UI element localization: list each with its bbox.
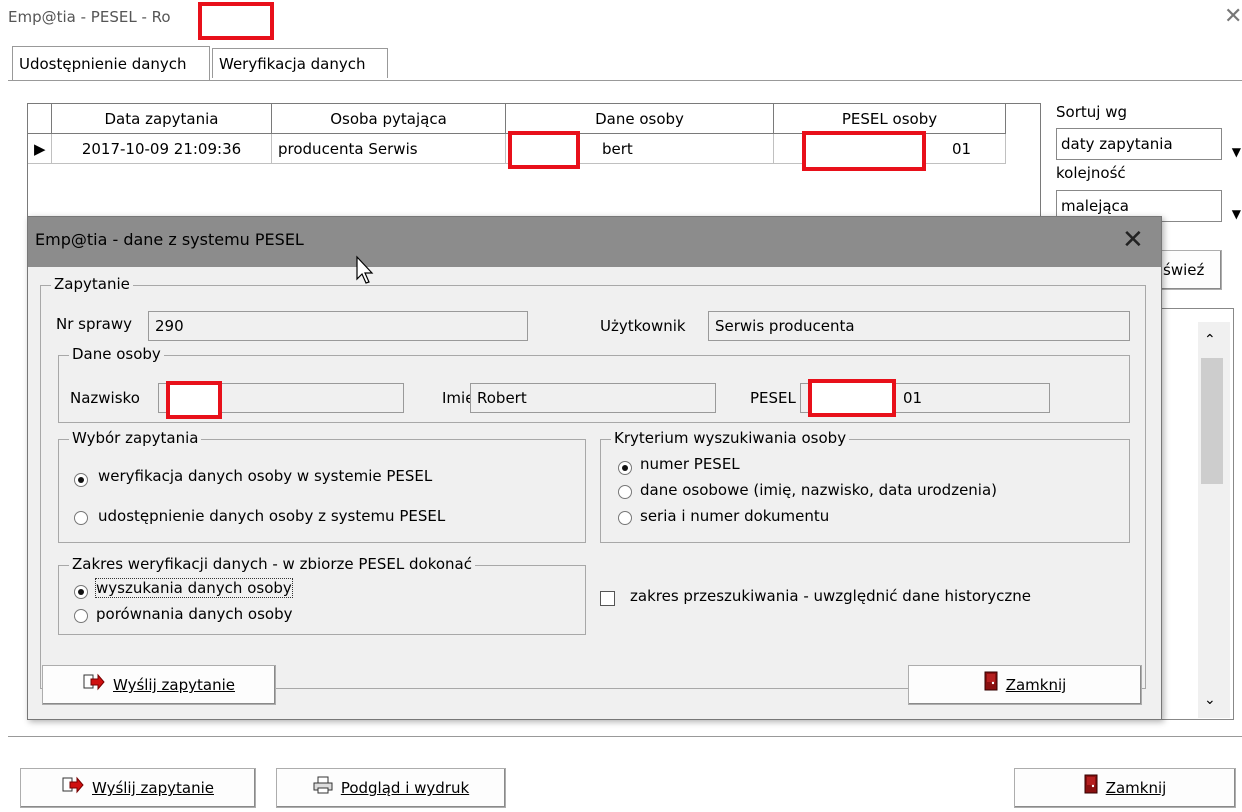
row-indicator-icon: ▶ <box>28 134 52 164</box>
dialog-send-button[interactable]: Wyślij zapytanie <box>42 665 276 705</box>
door-icon <box>984 667 998 705</box>
table-cell-requester[interactable]: producenta Serwis <box>272 134 506 164</box>
scope-radio-compare[interactable] <box>74 609 88 623</box>
chevron-down-icon[interactable]: ⌄ <box>1204 692 1216 708</box>
criteria-label-personal[interactable]: dane osobowe (imię, nazwisko, data urodz… <box>640 481 997 499</box>
window-close-icon[interactable]: ✕ <box>1224 4 1242 29</box>
mouse-cursor-icon <box>356 255 374 284</box>
tab-udostepnienie[interactable]: Udostępnienie danych <box>12 46 210 80</box>
criteria-label-pesel[interactable]: numer PESEL <box>640 455 740 473</box>
redaction-box <box>802 131 926 171</box>
order-label: kolejność <box>1056 164 1126 182</box>
grid-corner <box>28 104 52 134</box>
send-icon <box>62 770 84 808</box>
scope-label-compare[interactable]: porównania danych osoby <box>96 605 293 623</box>
redaction-box <box>508 131 580 169</box>
choice-radio-verify[interactable] <box>74 473 88 487</box>
choice-group-title: Wybór zapytania <box>69 429 202 447</box>
preview-label: Podgląd i wydruk <box>340 779 470 797</box>
dialog-close-label: Zamknij <box>1005 676 1067 694</box>
send-label: Wyślij zapytanie <box>92 779 214 797</box>
pesel-label: PESEL <box>750 389 796 407</box>
user-field[interactable]: Serwis producenta <box>708 311 1130 341</box>
pesel-dialog: Emp@tia - dane z systemu PESEL ✕ Zapytan… <box>27 216 1162 720</box>
col-header-pesel[interactable]: PESEL osoby <box>774 104 1006 134</box>
send-button[interactable]: Wyślij zapytanie <box>20 768 256 808</box>
chevron-down-icon[interactable]: ▼ <box>1232 199 1241 229</box>
col-header-date[interactable]: Data zapytania <box>52 104 272 134</box>
scope-group-title: Zakres weryfikacji danych - w zbiorze PE… <box>69 555 475 573</box>
dialog-title: Emp@tia - dane z systemu PESEL <box>35 230 304 249</box>
criteria-radio-pesel[interactable] <box>618 461 632 475</box>
name-field[interactable]: Robert <box>470 383 716 413</box>
dialog-send-label: Wyślij zapytanie <box>113 676 235 694</box>
sort-select[interactable]: daty zapytania ▼ <box>1056 128 1241 160</box>
scrollbar-thumb[interactable] <box>1201 358 1223 484</box>
dialog-close-icon[interactable]: ✕ <box>1122 225 1144 255</box>
criteria-group-title: Kryterium wyszukiwania osoby <box>611 429 850 447</box>
preview-button[interactable]: Podgląd i wydruk <box>276 768 506 808</box>
redaction-box <box>808 379 896 417</box>
scope-group: Zakres weryfikacji danych - w zbiorze PE… <box>58 555 586 635</box>
order-value: malejąca <box>1061 197 1129 215</box>
criteria-radio-personal[interactable] <box>618 485 632 499</box>
tab-weryfikacja[interactable]: Weryfikacja danych <box>212 48 388 78</box>
dialog-close-button[interactable]: Zamknij <box>908 665 1142 705</box>
send-icon <box>83 667 105 705</box>
person-group-title: Dane osoby <box>69 345 164 363</box>
choice-group: Wybór zapytania <box>58 429 586 543</box>
sort-value: daty zapytania <box>1061 135 1173 153</box>
divider <box>8 736 1242 737</box>
sort-label: Sortuj wg <box>1056 103 1127 121</box>
criteria-radio-document[interactable] <box>618 511 632 525</box>
redaction-box <box>198 2 274 40</box>
close-button[interactable]: Zamknij <box>1014 768 1236 808</box>
chevron-up-icon[interactable]: ⌃ <box>1204 332 1216 348</box>
close-label: Zamknij <box>1105 779 1167 797</box>
case-label: Nr sprawy <box>56 315 132 333</box>
col-header-requester[interactable]: Osoba pytająca <box>272 104 506 134</box>
printer-icon <box>313 770 333 808</box>
table-cell-date[interactable]: 2017-10-09 21:09:36 <box>52 134 272 164</box>
user-label: Użytkownik <box>600 317 686 335</box>
door-icon <box>1084 770 1098 808</box>
refresh-label: świeź <box>1163 261 1205 279</box>
choice-label-share[interactable]: udostępnienie danych osoby z systemu PES… <box>98 507 445 525</box>
choice-label-verify[interactable]: weryfikacja danych osoby w systemie PESE… <box>98 467 432 485</box>
history-label[interactable]: zakres przeszukiwania - uwzględnić dane … <box>630 587 1031 605</box>
query-group-title: Zapytanie <box>51 275 133 293</box>
case-field[interactable]: 290 <box>148 311 528 341</box>
criteria-label-document[interactable]: seria i numer dokumentu <box>640 507 829 525</box>
chevron-down-icon[interactable]: ▼ <box>1232 137 1241 167</box>
choice-radio-share[interactable] <box>74 511 88 525</box>
scope-radio-search[interactable] <box>74 585 88 599</box>
redaction-box <box>166 381 222 419</box>
window-title: Emp@tia - PESEL - Ro <box>8 8 171 26</box>
scope-label-search[interactable]: wyszukania danych osoby <box>95 578 293 598</box>
col-header-person[interactable]: Dane osoby <box>506 104 774 134</box>
history-checkbox[interactable] <box>600 591 615 606</box>
surname-label: Nazwisko <box>70 389 140 407</box>
